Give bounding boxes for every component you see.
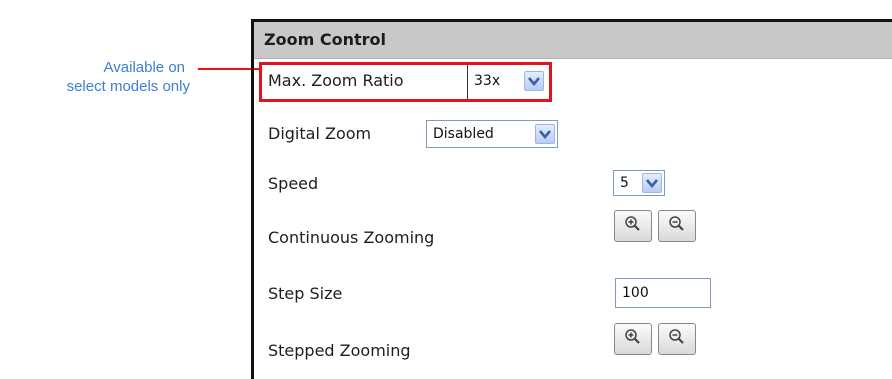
chevron-down-icon[interactable] bbox=[642, 173, 662, 193]
digital-zoom-label: Digital Zoom bbox=[268, 124, 372, 143]
zoom-control-panel: Zoom Control Max. Zoom Ratio 33x Digital… bbox=[251, 19, 892, 379]
max-zoom-ratio-select[interactable]: 33x bbox=[468, 68, 546, 94]
chevron-down-icon[interactable] bbox=[535, 124, 555, 144]
speed-value: 5 bbox=[620, 175, 629, 191]
zoom-out-icon bbox=[668, 328, 686, 350]
stepped-zoom-out-button[interactable] bbox=[658, 323, 696, 355]
availability-note-line1: Available on bbox=[103, 59, 185, 76]
availability-note: Available on select models only bbox=[0, 58, 190, 96]
zoom-in-icon bbox=[624, 215, 642, 237]
digital-zoom-value: Disabled bbox=[433, 126, 494, 142]
step-size-input[interactable] bbox=[615, 278, 711, 308]
continuous-zoom-out-button[interactable] bbox=[658, 210, 696, 242]
availability-note-line2: select models only bbox=[66, 78, 190, 95]
continuous-zooming-label: Continuous Zooming bbox=[268, 228, 435, 247]
max-zoom-ratio-value: 33x bbox=[474, 73, 501, 89]
max-zoom-ratio-label: Max. Zoom Ratio bbox=[268, 71, 404, 90]
zoom-in-icon bbox=[624, 328, 642, 350]
continuous-zoom-in-button[interactable] bbox=[614, 210, 652, 242]
speed-label: Speed bbox=[268, 174, 319, 193]
step-size-label: Step Size bbox=[268, 284, 343, 303]
zoom-out-icon bbox=[668, 215, 686, 237]
stepped-zoom-in-button[interactable] bbox=[614, 323, 652, 355]
panel-title: Zoom Control bbox=[264, 30, 386, 49]
digital-zoom-select[interactable]: Disabled bbox=[426, 120, 558, 148]
stepped-zooming-label: Stepped Zooming bbox=[268, 341, 411, 360]
panel-header: Zoom Control bbox=[254, 22, 892, 59]
chevron-down-icon[interactable] bbox=[524, 71, 544, 91]
speed-select[interactable]: 5 bbox=[613, 170, 665, 196]
